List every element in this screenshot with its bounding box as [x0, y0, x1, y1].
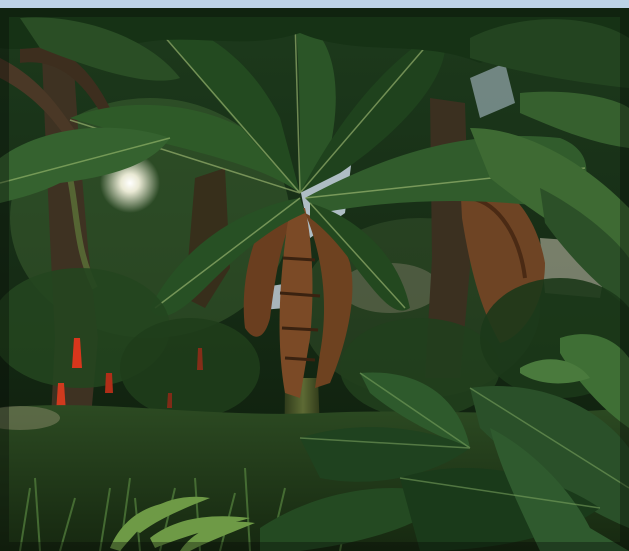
game-window: [0, 0, 629, 551]
jungle-scene: [0, 8, 629, 551]
window-title-bar[interactable]: [0, 0, 629, 8]
game-viewport[interactable]: [0, 8, 629, 551]
